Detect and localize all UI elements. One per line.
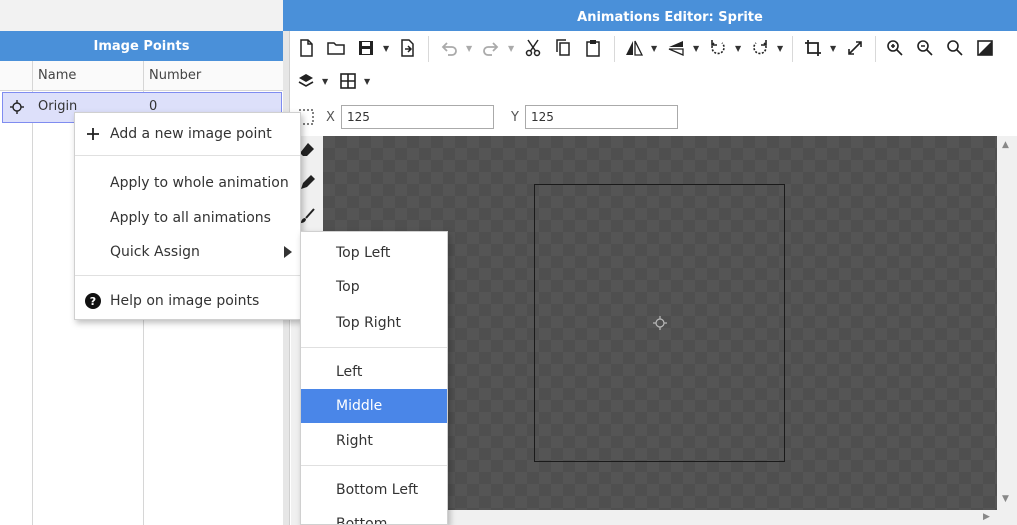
menu-item-apply-whole-animation[interactable]: Apply to whole animation bbox=[75, 168, 300, 198]
redo-dropdown-arrow[interactable]: ▼ bbox=[508, 44, 514, 53]
image-point-context-menu: Add a new image point Apply to whole ani… bbox=[74, 112, 301, 320]
menu-item-add-image-point[interactable]: Add a new image point bbox=[75, 119, 300, 149]
window-title: Animations Editor: Sprite bbox=[577, 9, 763, 25]
x-label: X bbox=[326, 110, 335, 125]
layers-dropdown-arrow[interactable]: ▼ bbox=[322, 77, 328, 86]
quick-assign-submenu: Top Left Top Top Right Left Middle Right… bbox=[300, 231, 448, 525]
submenu-arrow-icon bbox=[284, 246, 292, 258]
window-title-bar: Animations Editor: Sprite bbox=[283, 3, 1017, 31]
origin-point-marker-icon[interactable] bbox=[652, 315, 668, 331]
layers-icon[interactable] bbox=[295, 70, 317, 92]
new-file-icon[interactable] bbox=[295, 37, 317, 59]
scroll-right-icon[interactable]: ▶ bbox=[983, 512, 990, 522]
submenu-item-left[interactable]: Left bbox=[301, 355, 447, 389]
menu-separator bbox=[75, 275, 300, 276]
menu-item-help[interactable]: ? Help on image points bbox=[75, 286, 300, 316]
crop-icon[interactable] bbox=[802, 37, 824, 59]
menu-item-apply-all-animations[interactable]: Apply to all animations bbox=[75, 203, 300, 233]
submenu-item-top-left[interactable]: Top Left bbox=[301, 236, 447, 270]
plus-icon bbox=[85, 126, 101, 142]
svg-text:?: ? bbox=[90, 295, 96, 308]
cut-icon[interactable] bbox=[522, 37, 544, 59]
menu-item-label: Add a new image point bbox=[110, 126, 272, 142]
undo-dropdown-arrow[interactable]: ▼ bbox=[466, 44, 472, 53]
resize-icon[interactable] bbox=[844, 37, 866, 59]
menu-separator bbox=[301, 347, 447, 348]
menu-item-label: Help on image points bbox=[110, 293, 260, 309]
zoom-in-icon[interactable] bbox=[884, 37, 906, 59]
rotate-cw-icon[interactable] bbox=[749, 37, 771, 59]
rotate-cw-dropdown-arrow[interactable]: ▼ bbox=[777, 44, 783, 53]
scroll-up-icon[interactable]: ▲ bbox=[1002, 140, 1009, 150]
x-coordinate-input[interactable] bbox=[341, 105, 494, 129]
background-toggle-icon[interactable] bbox=[974, 37, 996, 59]
menu-separator bbox=[75, 155, 300, 156]
grid-dropdown-arrow[interactable]: ▼ bbox=[364, 77, 370, 86]
menu-item-label: Apply to all animations bbox=[110, 210, 271, 226]
flip-vertical-dropdown-arrow[interactable]: ▼ bbox=[693, 44, 699, 53]
redo-icon[interactable] bbox=[480, 37, 502, 59]
copy-icon[interactable] bbox=[552, 37, 574, 59]
vertical-scrollbar[interactable]: ▲ ▼ bbox=[997, 136, 1017, 510]
submenu-item-bottom-left[interactable]: Bottom Left bbox=[301, 473, 447, 507]
menu-separator bbox=[301, 465, 447, 466]
column-header-name[interactable]: Name bbox=[38, 68, 76, 83]
export-icon[interactable] bbox=[396, 37, 418, 59]
crosshair-icon bbox=[9, 99, 25, 115]
rotate-ccw-dropdown-arrow[interactable]: ▼ bbox=[735, 44, 741, 53]
submenu-item-top-right[interactable]: Top Right bbox=[301, 306, 447, 340]
crop-dropdown-arrow[interactable]: ▼ bbox=[830, 44, 836, 53]
menu-item-label: Apply to whole animation bbox=[110, 175, 289, 191]
toolbar-separator bbox=[428, 36, 429, 62]
submenu-item-right[interactable]: Right bbox=[301, 424, 447, 458]
paste-icon[interactable] bbox=[582, 37, 604, 59]
open-folder-icon[interactable] bbox=[325, 37, 347, 59]
flip-horizontal-dropdown-arrow[interactable]: ▼ bbox=[651, 44, 657, 53]
submenu-item-bottom[interactable]: Bottom bbox=[301, 507, 447, 524]
y-coordinate-input[interactable] bbox=[525, 105, 678, 129]
flip-vertical-icon[interactable] bbox=[665, 37, 687, 59]
column-divider bbox=[32, 61, 33, 525]
zoom-fit-icon[interactable] bbox=[944, 37, 966, 59]
left-panel-top-strip bbox=[0, 0, 283, 31]
help-icon: ? bbox=[85, 293, 101, 309]
undo-icon[interactable] bbox=[438, 37, 460, 59]
rotate-ccw-icon[interactable] bbox=[707, 37, 729, 59]
row-name: Origin bbox=[38, 99, 78, 114]
submenu-item-top[interactable]: Top bbox=[301, 270, 447, 304]
image-points-title: Image Points bbox=[93, 38, 190, 54]
toolbar-separator bbox=[875, 36, 876, 62]
save-dropdown-arrow[interactable]: ▼ bbox=[383, 44, 389, 53]
menu-item-quick-assign[interactable]: Quick Assign bbox=[75, 237, 300, 267]
scroll-down-icon[interactable]: ▼ bbox=[1002, 494, 1009, 504]
flip-horizontal-icon[interactable] bbox=[623, 37, 645, 59]
zoom-out-icon[interactable] bbox=[914, 37, 936, 59]
menu-item-label: Quick Assign bbox=[110, 244, 200, 260]
toolbar-separator bbox=[614, 36, 615, 62]
y-label: Y bbox=[511, 110, 519, 125]
submenu-item-middle[interactable]: Middle bbox=[301, 389, 447, 423]
grid-icon[interactable] bbox=[337, 70, 359, 92]
image-points-header: Image Points bbox=[0, 31, 283, 61]
save-icon[interactable] bbox=[355, 37, 377, 59]
column-header-number[interactable]: Number bbox=[149, 68, 201, 83]
toolbar-separator bbox=[792, 36, 793, 62]
